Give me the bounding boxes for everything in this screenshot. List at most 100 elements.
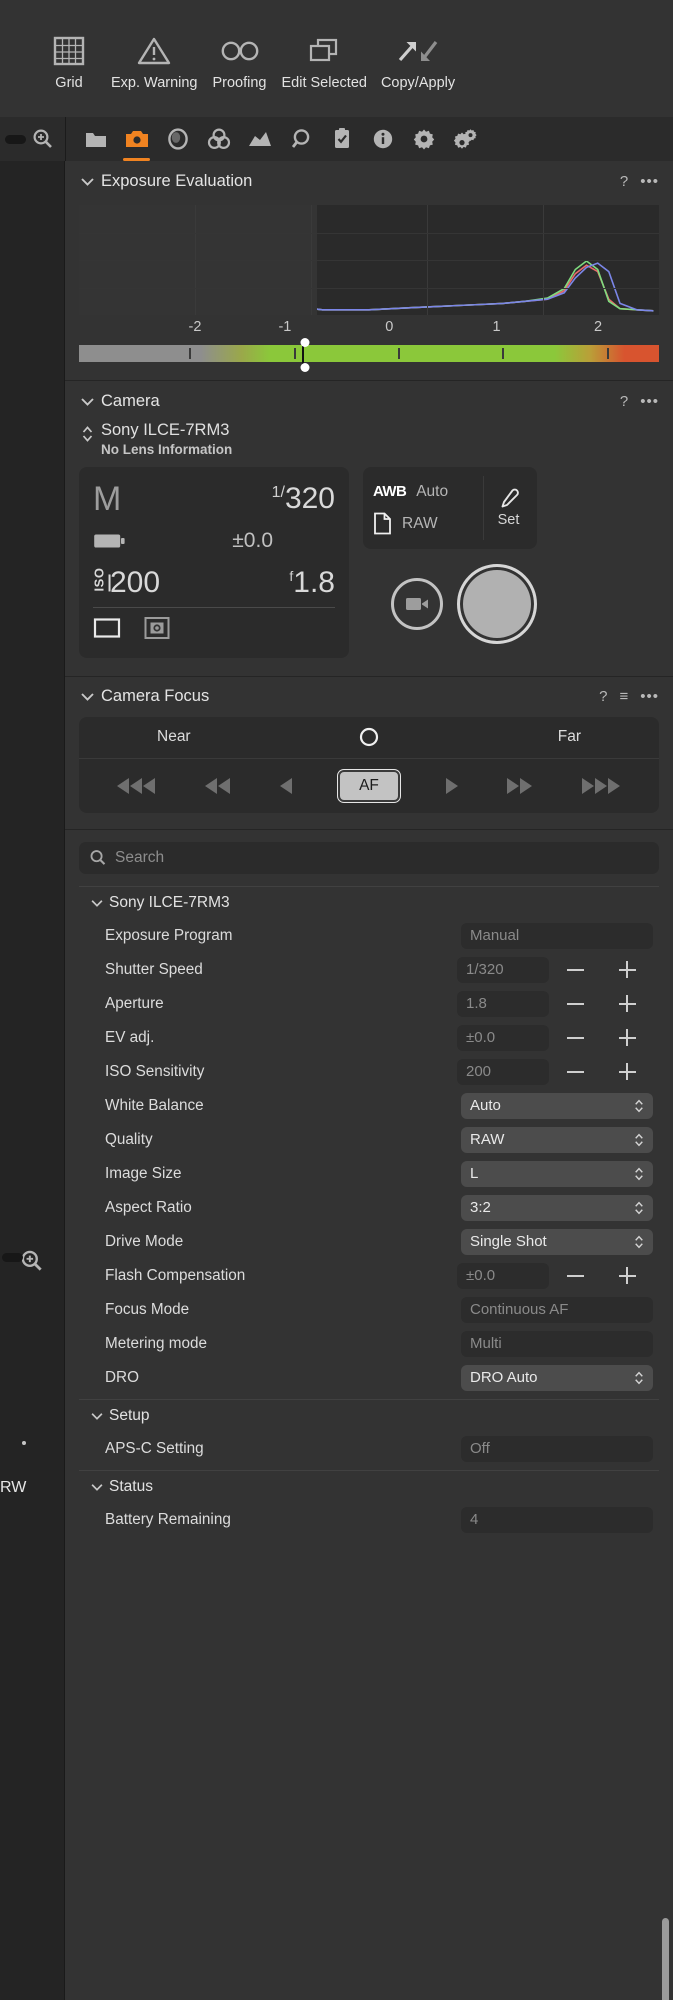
set-control[interactable]: Set <box>483 475 527 540</box>
tab-lens[interactable] <box>157 117 198 161</box>
stepper-updown-icon[interactable] <box>634 1234 644 1250</box>
exposure-bar-container[interactable] <box>79 338 659 372</box>
stepper-updown-icon[interactable] <box>634 1098 644 1114</box>
camera-focus-header[interactable]: Camera Focus ? ≡ ••• <box>65 677 673 717</box>
settings-row-select[interactable]: RAW <box>461 1126 653 1153</box>
increment-button[interactable] <box>601 1029 653 1047</box>
focus-slider-handle[interactable] <box>358 726 380 748</box>
settings-group-header[interactable]: Setup <box>65 1400 673 1432</box>
decrement-button[interactable] <box>549 968 601 971</box>
increment-button[interactable] <box>601 1063 653 1081</box>
copy-apply-button[interactable]: Copy/Apply <box>374 32 462 91</box>
more-options-button[interactable]: ••• <box>640 393 659 410</box>
histogram[interactable] <box>79 205 659 315</box>
stepper-updown-icon[interactable] <box>634 1166 644 1182</box>
white-balance-row[interactable]: AWB Auto <box>373 476 483 508</box>
increment-button[interactable] <box>601 1267 653 1285</box>
more-options-button[interactable]: ••• <box>640 688 659 705</box>
tab-exposure[interactable] <box>239 117 280 161</box>
tab-library[interactable] <box>75 117 116 161</box>
video-record-button[interactable] <box>391 577 443 630</box>
settings-row-select[interactable]: DRO Auto <box>461 1364 653 1391</box>
exposure-cursor-handle-top[interactable] <box>300 338 310 347</box>
edit-selected-button[interactable]: Edit Selected <box>275 32 374 91</box>
aperture-value[interactable]: f1.8 <box>289 566 335 600</box>
decrement-button[interactable] <box>549 1002 601 1005</box>
autofocus-button[interactable]: AF <box>338 769 400 802</box>
zoom-in-icon[interactable] <box>31 127 55 151</box>
help-button[interactable]: ? <box>620 393 628 410</box>
iso-value[interactable]: ISO 200 <box>92 566 161 600</box>
settings-row-select[interactable]: 3:2 <box>461 1194 653 1221</box>
stepper-updown-icon[interactable] <box>79 421 95 443</box>
decrement-button[interactable] <box>549 1274 601 1277</box>
increment-button[interactable] <box>601 961 653 979</box>
camera-header[interactable]: Camera ? ••• <box>65 381 673 421</box>
settings-row-label: APS-C Setting <box>105 1439 204 1457</box>
exposure-mode-icons <box>93 608 335 648</box>
search-field[interactable]: Search <box>79 841 659 874</box>
exposure-mode-value[interactable]: M <box>93 482 121 516</box>
tab-details[interactable] <box>280 117 321 161</box>
exp-warning-button[interactable]: Exp. Warning <box>104 32 205 91</box>
proofing-button[interactable]: Proofing <box>205 32 275 91</box>
eyedropper-icon[interactable] <box>498 488 520 510</box>
chevron-down-icon[interactable] <box>79 397 95 406</box>
grid-button[interactable]: Grid <box>34 32 104 91</box>
zoom-in-icon[interactable] <box>19 1248 45 1274</box>
stepper-updown-icon[interactable] <box>634 1132 644 1148</box>
exposure-cursor-handle-bottom[interactable] <box>300 363 310 372</box>
metering-mode-icon[interactable] <box>143 615 171 641</box>
focus-near-medium-button[interactable] <box>202 775 235 797</box>
settings-group-header[interactable]: Status <box>65 1471 673 1503</box>
tab-adjustments[interactable] <box>321 117 362 161</box>
increment-button[interactable] <box>601 995 653 1013</box>
settings-row-select[interactable]: Auto <box>461 1092 653 1119</box>
settings-row-select[interactable]: L <box>461 1160 653 1187</box>
shutter-speed-value[interactable]: 1/320 <box>272 483 335 514</box>
focus-near-fast-button[interactable] <box>114 775 160 797</box>
help-button[interactable]: ? <box>620 173 628 190</box>
chevron-down-icon[interactable] <box>91 1483 103 1491</box>
camera-selector[interactable]: Sony ILCE-7RM3 No Lens Information <box>65 421 673 467</box>
stepper-updown-icon[interactable] <box>634 1200 644 1216</box>
tab-output[interactable] <box>403 117 444 161</box>
settings-row-select[interactable]: Single Shot <box>461 1228 653 1255</box>
focus-area-icon[interactable] <box>93 616 121 640</box>
zoom-slider-track[interactable] <box>5 134 26 144</box>
viewer-zoom-controls[interactable] <box>0 117 66 161</box>
settings-row: Flash Compensation ±0.0 <box>65 1259 673 1293</box>
exposure-gradient-bar[interactable] <box>79 345 659 362</box>
tab-capture[interactable] <box>116 117 157 161</box>
focus-far-medium-button[interactable] <box>503 775 536 797</box>
file-format-row[interactable]: RAW <box>373 508 483 540</box>
rail-zoom-slider[interactable] <box>2 1253 23 1262</box>
ev-compensation-value[interactable]: ±0.0 <box>232 529 273 553</box>
help-button[interactable]: ? <box>599 688 607 705</box>
focus-far-fine-button[interactable] <box>442 775 461 797</box>
chevron-down-icon[interactable] <box>79 692 95 702</box>
settings-row-label: DRO <box>105 1368 139 1386</box>
focus-near-fine-button[interactable] <box>277 775 296 797</box>
settings-scrollbar[interactable] <box>662 1917 669 2000</box>
more-options-button[interactable]: ••• <box>640 173 659 190</box>
decrement-button[interactable] <box>549 1070 601 1073</box>
tab-metadata[interactable] <box>362 117 403 161</box>
axis-tick--1: -1 <box>278 319 292 335</box>
list-options-button[interactable]: ≡ <box>619 688 628 705</box>
settings-group-header[interactable]: Sony ILCE-7RM3 <box>65 887 673 919</box>
tab-batch[interactable] <box>444 117 485 161</box>
capture-shutter-button[interactable] <box>457 563 537 644</box>
stepper-updown-icon[interactable] <box>634 1370 644 1386</box>
focus-far-fast-button[interactable] <box>578 775 624 797</box>
chevron-down-icon[interactable] <box>91 899 103 907</box>
focus-slider[interactable]: Near Far <box>79 717 659 759</box>
settings-row: White Balance Auto <box>65 1089 673 1123</box>
exposure-evaluation-header[interactable]: Exposure Evaluation ? ••• <box>65 161 673 201</box>
chevron-down-icon[interactable] <box>91 1412 103 1420</box>
decrement-button[interactable] <box>549 1036 601 1039</box>
settings-row-label: White Balance <box>105 1096 204 1114</box>
tab-color[interactable] <box>198 117 239 161</box>
chevron-down-icon[interactable] <box>79 177 95 186</box>
ev-tick <box>502 348 505 359</box>
